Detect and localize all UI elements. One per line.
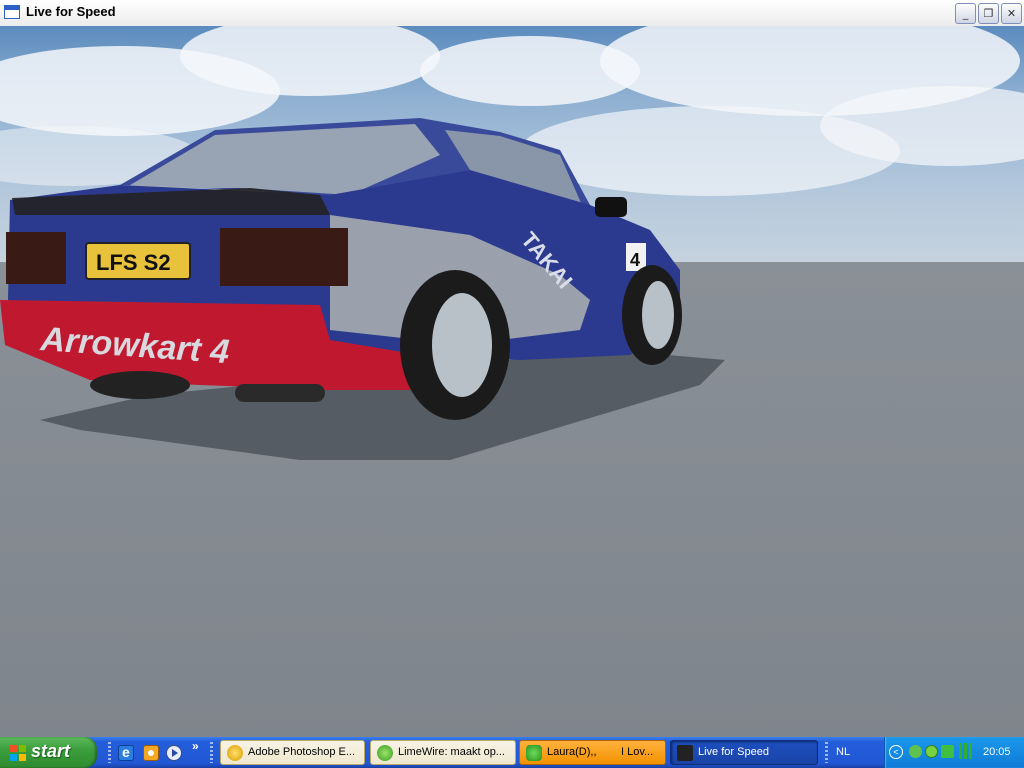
- restore-icon: ❐: [983, 7, 994, 20]
- tail-light-right: [220, 228, 348, 286]
- messenger-icon: [526, 745, 542, 761]
- task-messenger[interactable]: Laura(D),, I Lov...: [519, 740, 666, 765]
- toolbar-grip[interactable]: [108, 742, 111, 763]
- task-limewire[interactable]: LimeWire: maakt op...: [370, 740, 516, 765]
- task-label: Adobe Photoshop E...: [248, 746, 356, 758]
- race-car: LFS S2 Arrowkart 4 TAKAI 4: [0, 118, 725, 460]
- close-icon: ✕: [1006, 7, 1017, 20]
- minimize-icon: _: [962, 7, 969, 20]
- restore-button[interactable]: ❐: [978, 3, 999, 24]
- start-button[interactable]: start: [0, 737, 97, 768]
- media-player-icon[interactable]: [166, 745, 182, 761]
- internet-explorer-icon[interactable]: [118, 744, 134, 761]
- taskbar: start » Adobe Photoshop E... LimeWire: m…: [0, 737, 1024, 768]
- task-label: Live for Speed: [698, 746, 769, 758]
- exhaust-pipe: [235, 384, 325, 402]
- close-button[interactable]: ✕: [1001, 3, 1022, 24]
- lfs-icon: [677, 745, 693, 761]
- photoshop-icon: [227, 745, 243, 761]
- task-live-for-speed[interactable]: Live for Speed: [670, 740, 818, 765]
- rear-spoiler: [12, 188, 330, 215]
- network-signal-icon[interactable]: [959, 743, 975, 759]
- show-hidden-icons-button[interactable]: <: [889, 745, 903, 759]
- side-mirror: [595, 197, 627, 217]
- volume-icon[interactable]: [941, 745, 954, 758]
- minimize-button[interactable]: _: [955, 3, 976, 24]
- toolbar-grip[interactable]: [825, 742, 828, 763]
- task-photoshop[interactable]: Adobe Photoshop E...: [220, 740, 365, 765]
- game-viewport[interactable]: LFS S2 Arrowkart 4 TAKAI 4: [0, 26, 1024, 737]
- limewire-icon: [377, 745, 393, 761]
- language-indicator[interactable]: NL: [836, 746, 850, 758]
- task-label: Laura(D),, I Lov...: [547, 746, 654, 758]
- task-label: LimeWire: maakt op...: [398, 746, 505, 758]
- tail-light-left: [6, 232, 66, 284]
- door-number: 4: [630, 250, 640, 270]
- windows-logo-icon: [10, 745, 26, 761]
- front-wheel-rim: [642, 281, 674, 349]
- quick-launch-more-button[interactable]: »: [192, 739, 199, 753]
- start-label: start: [31, 741, 71, 761]
- window-title-bar[interactable]: Live for Speed _ ❐ ✕: [0, 0, 1024, 27]
- left-wheel-shadow: [90, 371, 190, 399]
- rear-wheel-rim: [432, 293, 492, 397]
- system-tray: < 20:05: [884, 737, 1024, 768]
- license-plate-text: LFS S2: [96, 250, 171, 275]
- limewire-tray-icon[interactable]: [925, 745, 938, 758]
- toolbar-grip[interactable]: [210, 742, 213, 763]
- window-title: Live for Speed: [26, 4, 116, 19]
- outlook-icon[interactable]: [143, 745, 159, 761]
- messenger-tray-icon[interactable]: [909, 745, 922, 758]
- app-window-icon[interactable]: [4, 5, 20, 19]
- clock[interactable]: 20:05: [983, 746, 1011, 758]
